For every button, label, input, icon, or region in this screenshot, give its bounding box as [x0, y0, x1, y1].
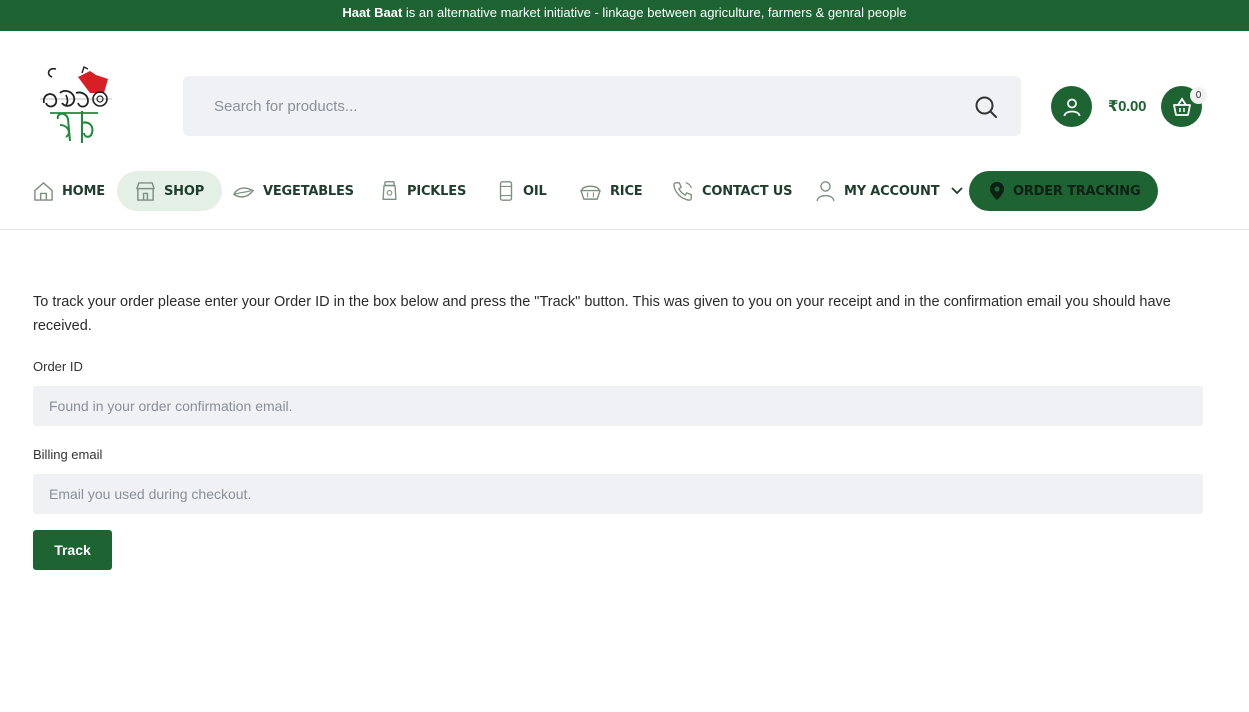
- order-id-label: Order ID: [33, 359, 83, 374]
- nav-item-contact-us[interactable]: CONTACT US: [672, 171, 792, 211]
- announcement-bar: Haat Baat is an alternative market initi…: [0, 0, 1249, 31]
- main-navigation: HOME SHOP VEGETABLES PICKLES OIL RICE CO…: [0, 171, 1249, 211]
- nav-label-vegetables: VEGETABLES: [263, 183, 354, 199]
- chevron-down-icon[interactable]: [951, 187, 964, 195]
- search-icon[interactable]: [974, 95, 998, 119]
- billing-email-label: Billing email: [33, 447, 103, 462]
- track-button[interactable]: Track: [33, 530, 112, 570]
- nav-item-home[interactable]: HOME: [33, 171, 105, 211]
- location-pin-icon: [990, 182, 1004, 200]
- home-icon: [34, 181, 53, 201]
- order-id-input[interactable]: [33, 386, 1203, 426]
- nav-item-vegetables[interactable]: VEGETABLES: [232, 171, 354, 211]
- nav-label-shop: SHOP: [164, 183, 205, 199]
- nav-label-my-account: MY ACCOUNT: [844, 183, 940, 199]
- announcement-brand: Haat Baat: [342, 5, 403, 20]
- announcement-text: is an alternative market initiative - li…: [402, 5, 907, 20]
- site-logo[interactable]: [38, 63, 112, 149]
- nav-item-shop[interactable]: SHOP: [117, 171, 223, 211]
- account-button[interactable]: [1051, 86, 1092, 127]
- leaf-icon: [233, 186, 255, 198]
- basket-icon: [1172, 96, 1191, 116]
- order-tracking-form: To track your order please enter your Or…: [33, 290, 1203, 570]
- search-input[interactable]: [214, 86, 954, 126]
- site-header: ₹0.00 0: [0, 31, 1249, 171]
- nav-label-pickles: PICKLES: [407, 183, 467, 199]
- nav-label-rice: RICE: [610, 183, 643, 199]
- phone-icon: [673, 182, 692, 201]
- cart-total[interactable]: ₹0.00: [1108, 97, 1146, 115]
- product-search: [183, 76, 1021, 136]
- billing-email-input[interactable]: [33, 474, 1203, 514]
- cart-count-badge: 0: [1190, 87, 1207, 104]
- nav-item-my-account[interactable]: MY ACCOUNT: [815, 171, 971, 211]
- user-icon: [1063, 98, 1080, 116]
- header-divider: [0, 229, 1249, 230]
- store-icon: [136, 181, 155, 201]
- nav-label-home: HOME: [62, 183, 105, 199]
- rice-bowl-icon: [580, 185, 601, 200]
- nav-label-oil: OIL: [523, 183, 547, 199]
- bottle-icon: [499, 181, 513, 201]
- nav-item-oil[interactable]: OIL: [497, 171, 547, 211]
- user-icon: [816, 181, 835, 202]
- nav-label-contact-us: CONTACT US: [702, 183, 793, 199]
- nav-item-order-tracking[interactable]: ORDER TRACKING: [969, 171, 1159, 211]
- jar-icon: [382, 181, 397, 200]
- nav-item-pickles[interactable]: PICKLES: [380, 171, 466, 211]
- nav-label-order-tracking: ORDER TRACKING: [1013, 183, 1141, 199]
- nav-item-rice[interactable]: RICE: [579, 171, 643, 211]
- tracking-instructions: To track your order please enter your Or…: [33, 294, 1171, 334]
